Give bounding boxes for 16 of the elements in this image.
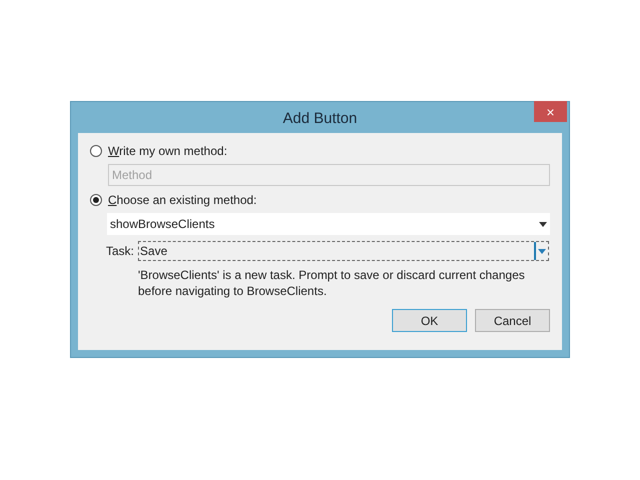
dropdown-value: showBrowseClients	[110, 216, 215, 233]
window-title: Add Button	[282, 109, 358, 129]
radio-button[interactable]	[90, 194, 102, 206]
caret-icon	[538, 248, 546, 254]
task-message: 'BrowseClients' is a new task. Prompt to save or discard current changes before navigating to BrowseClients.	[138, 267, 526, 299]
dialog-button[interactable]: Cancel	[475, 309, 550, 332]
dropdown-value: Save	[140, 243, 168, 260]
task-dropdown[interactable]: Save	[138, 241, 550, 261]
radio-label: Choose an existing method:	[108, 192, 257, 209]
caret-icon	[539, 222, 547, 226]
dialog-button[interactable]: OK	[392, 309, 467, 332]
task-label: Task:	[106, 243, 134, 260]
radio-label: Write my own method:	[108, 143, 228, 160]
method-dropdown[interactable]: showBrowseClients	[107, 213, 550, 235]
radio-button[interactable]	[90, 145, 102, 157]
close-button[interactable]: ×	[534, 101, 567, 122]
